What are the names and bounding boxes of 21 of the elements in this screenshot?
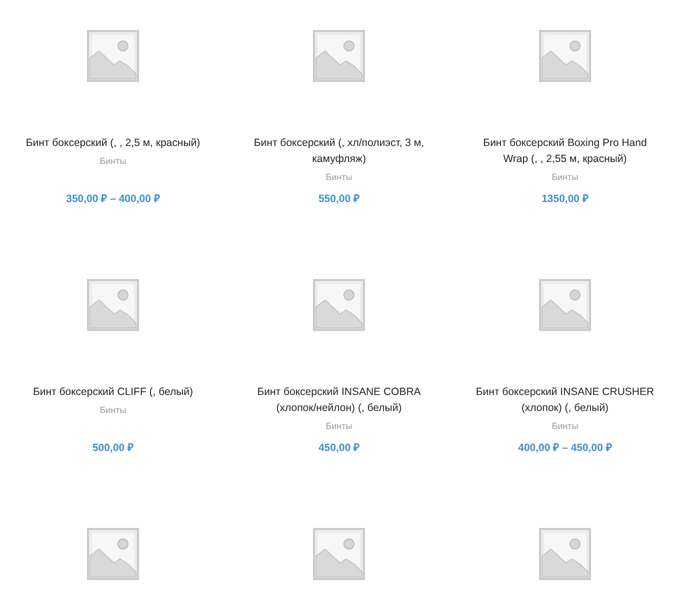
- image-placeholder-icon[interactable]: [313, 279, 365, 331]
- product-price: 500,00 ₽: [92, 441, 134, 456]
- product-title-link[interactable]: Бинт боксерский INSANE COBRA (хлопок/нейлон) (, белый): [246, 384, 432, 416]
- product-price: 350,00 ₽ – 400,00 ₽: [66, 192, 160, 207]
- image-placeholder-icon[interactable]: [87, 279, 139, 331]
- product-title-link[interactable]: Бинт боксерский (, хл/полиэст, 3 м, камуфляж): [246, 135, 432, 167]
- product-price: 450,00 ₽: [318, 441, 360, 456]
- product-price: 400,00 ₽ – 450,00 ₽: [518, 441, 612, 456]
- image-placeholder-icon[interactable]: [87, 528, 139, 580]
- product-price: 1350,00 ₽: [542, 192, 588, 207]
- image-placeholder-icon[interactable]: [313, 528, 365, 580]
- image-placeholder-icon[interactable]: [539, 279, 591, 331]
- image-placeholder-icon[interactable]: [539, 528, 591, 580]
- image-placeholder-icon[interactable]: [539, 30, 591, 82]
- product-title-link[interactable]: Бинт боксерский (, , 2,5 м, красный): [26, 135, 200, 151]
- image-placeholder-icon[interactable]: [313, 30, 365, 82]
- product-price: 550,00 ₽: [318, 192, 360, 207]
- product-title-link[interactable]: Бинт боксерский CLIFF (, белый): [32, 384, 194, 400]
- product-title-link[interactable]: Бинт боксерский INSANE CRUSHER (хлопок) (, белый): [472, 384, 658, 416]
- image-placeholder-icon[interactable]: [87, 30, 139, 82]
- product-title-link[interactable]: Бинт боксерский Boxing Pro Hand Wrap (, , 2,55 м, красный): [472, 135, 658, 167]
